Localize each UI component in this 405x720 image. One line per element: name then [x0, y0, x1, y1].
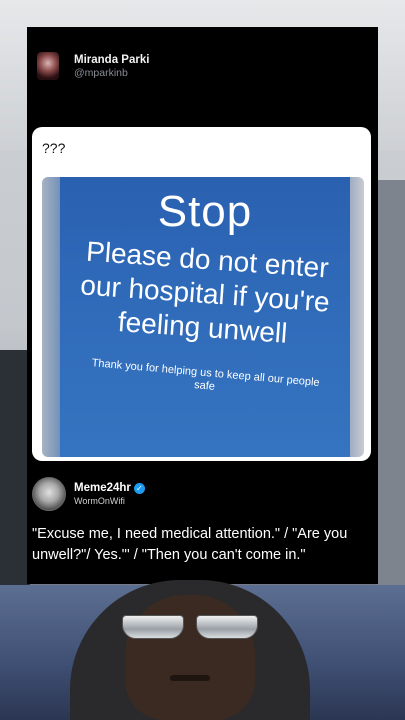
- meme-name[interactable]: Meme24hr: [74, 482, 131, 494]
- lens-left: [122, 615, 184, 639]
- tweet-text: ???: [42, 140, 66, 156]
- face: [125, 595, 255, 720]
- sign-message: Please do not enter our hospital if you'…: [79, 235, 331, 350]
- tweet-body: ??? Stop Please do not enter our hospita…: [32, 127, 371, 461]
- tweet-header: Miranda Parki @mparkinb: [37, 49, 149, 83]
- meme-handle[interactable]: WormOnWifi: [74, 496, 145, 506]
- lens-right: [196, 615, 258, 639]
- meme-name-row: Meme24hr ✓: [74, 482, 145, 494]
- verified-badge-icon: ✓: [133, 482, 145, 494]
- sign-title: Stop: [157, 187, 253, 236]
- meme-caption: "Excuse me, I need medical attention." /…: [32, 526, 348, 564]
- user-handle[interactable]: @mparkinb: [74, 67, 149, 79]
- sunglasses-icon: [122, 615, 258, 641]
- display-name[interactable]: Miranda Parki: [74, 54, 149, 66]
- meme-author: Meme24hr ✓ WormOnWifi: [74, 482, 145, 506]
- meme-account-header: Meme24hr ✓ WormOnWifi: [32, 477, 145, 511]
- tweet-author: Miranda Parki @mparkinb: [74, 54, 149, 79]
- background-wall: [375, 180, 405, 600]
- tweet-photo[interactable]: Stop Please do not enter our hospital if…: [42, 177, 364, 457]
- sign-thanks: Thank you for helping us to keep all our…: [91, 357, 321, 394]
- mouth: [170, 675, 210, 681]
- reaction-person-image: [70, 580, 310, 720]
- hospital-sign: Stop Please do not enter our hospital if…: [60, 177, 350, 457]
- avatar[interactable]: [37, 52, 59, 80]
- avatar[interactable]: [32, 477, 66, 511]
- meme-card: Miranda Parki @mparkinb ??? Stop Please …: [27, 27, 378, 584]
